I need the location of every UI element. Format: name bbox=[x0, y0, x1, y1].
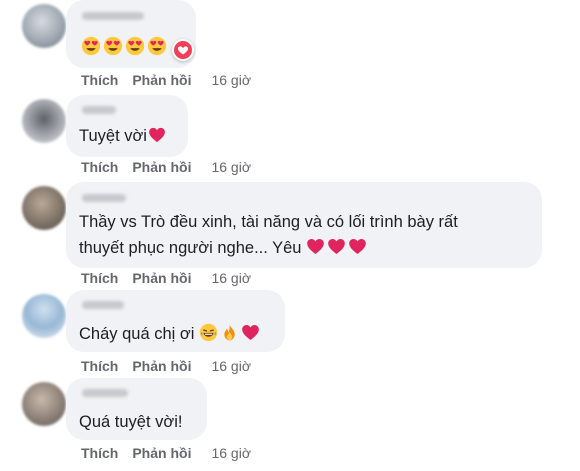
heart-eyes-emoji-icon bbox=[125, 36, 145, 56]
like-button[interactable]: Thích bbox=[81, 358, 118, 374]
reply-button[interactable]: Phản hồi bbox=[132, 358, 191, 374]
comment-text-line: Thầy vs Trò đều xinh, tài năng và có lối… bbox=[79, 213, 458, 231]
comment-bubble: Cháy quá chị ơi bbox=[66, 290, 285, 352]
avatar[interactable] bbox=[22, 99, 66, 143]
timestamp[interactable]: 16 giờ bbox=[211, 358, 251, 374]
love-reaction-icon bbox=[174, 41, 192, 59]
heart-eyes-emoji-icon bbox=[147, 36, 167, 56]
timestamp[interactable]: 16 giờ bbox=[211, 159, 251, 175]
commenter-name[interactable] bbox=[82, 106, 116, 114]
like-button[interactable]: Thích bbox=[81, 270, 118, 286]
avatar[interactable] bbox=[22, 294, 66, 338]
comment-actions: Thích Phản hồi 16 giờ bbox=[81, 445, 251, 461]
comment-bubble: Thầy vs Trò đều xinh, tài năng và có lối… bbox=[66, 182, 542, 268]
timestamp[interactable]: 16 giờ bbox=[211, 270, 251, 286]
comment-text-line: thuyết phục người nghe... Yêu bbox=[79, 236, 367, 261]
like-button[interactable]: Thích bbox=[81, 72, 118, 88]
comment: Thầy vs Trò đều xinh, tài năng và có lối… bbox=[0, 182, 580, 292]
commenter-name[interactable] bbox=[82, 12, 144, 20]
red-heart-emoji-icon bbox=[241, 323, 260, 342]
comment: Cháy quá chị ơi Thích Phản hồi 16 giờ bbox=[0, 290, 580, 380]
reply-button[interactable]: Phản hồi bbox=[132, 270, 191, 286]
commenter-name[interactable] bbox=[82, 301, 124, 309]
avatar[interactable] bbox=[22, 186, 66, 230]
timestamp[interactable]: 16 giờ bbox=[211, 445, 251, 461]
comment-text: Cháy quá chị ơi bbox=[79, 322, 260, 347]
comment: Quá tuyệt vời! Thích Phản hồi 16 giờ bbox=[0, 378, 580, 471]
comment: Tuyệt vời Thích Phản hồi 16 giờ bbox=[0, 95, 580, 185]
commenter-name[interactable] bbox=[82, 389, 128, 397]
reply-button[interactable]: Phản hồi bbox=[132, 445, 191, 461]
avatar[interactable] bbox=[22, 4, 66, 48]
reply-button[interactable]: Phản hồi bbox=[132, 159, 191, 175]
comment-actions: Thích Phản hồi 16 giờ bbox=[81, 72, 251, 88]
heart-eyes-emoji-icon bbox=[81, 36, 101, 56]
comment-bubble: Tuyệt vời bbox=[66, 95, 188, 157]
reaction-badge[interactable] bbox=[172, 39, 194, 61]
comment-text bbox=[79, 36, 167, 61]
comment-text: Quá tuyệt vời! bbox=[79, 413, 183, 431]
like-button[interactable]: Thích bbox=[81, 445, 118, 461]
laughing-tears-emoji-icon bbox=[199, 323, 218, 342]
avatar[interactable] bbox=[22, 382, 66, 426]
comment-text: Tuyệt vời bbox=[79, 124, 166, 149]
red-heart-emoji-icon bbox=[148, 126, 166, 144]
comment-actions: Thích Phản hồi 16 giờ bbox=[81, 270, 251, 286]
heart-eyes-emoji-icon bbox=[103, 36, 123, 56]
red-heart-emoji-icon bbox=[306, 237, 325, 256]
fire-emoji-icon bbox=[220, 323, 239, 342]
timestamp[interactable]: 16 giờ bbox=[211, 72, 251, 88]
comment-bubble bbox=[66, 0, 196, 68]
comment-bubble: Quá tuyệt vời! bbox=[66, 378, 207, 440]
comment-actions: Thích Phản hồi 16 giờ bbox=[81, 358, 251, 374]
commenter-name[interactable] bbox=[82, 194, 126, 202]
comment: Thích Phản hồi 16 giờ bbox=[0, 0, 580, 95]
reply-button[interactable]: Phản hồi bbox=[132, 72, 191, 88]
like-button[interactable]: Thích bbox=[81, 159, 118, 175]
red-heart-emoji-icon bbox=[348, 237, 367, 256]
comment-actions: Thích Phản hồi 16 giờ bbox=[81, 159, 251, 175]
red-heart-emoji-icon bbox=[327, 237, 346, 256]
